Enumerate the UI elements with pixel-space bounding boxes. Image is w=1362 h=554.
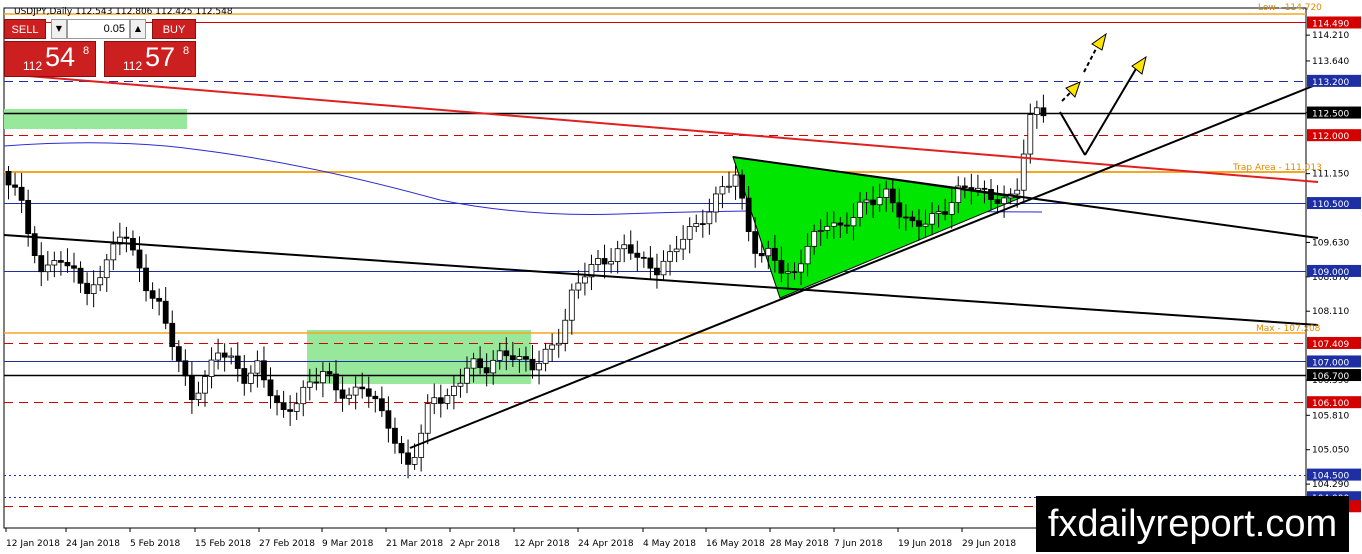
level-badge-label: 107.409 (1312, 340, 1349, 350)
one-click-trading-panel: SELL ▼ ▲ BUY 112 54 8 112 57 8 (4, 19, 196, 77)
time-label: 15 Feb 2018 (195, 539, 251, 549)
level-badge-label: 107.000 (1312, 358, 1349, 368)
brand-watermark: fxdailyreport.com (1036, 496, 1349, 552)
lot-size-input[interactable] (67, 19, 130, 39)
time-label: 19 Jun 2018 (898, 539, 952, 549)
level-badge-label: 112.000 (1312, 132, 1349, 142)
max-annotation: Max - 107.x08 (1256, 324, 1321, 334)
time-label: 16 May 2018 (706, 539, 765, 549)
time-label: 27 Feb 2018 (259, 539, 315, 549)
low-annotation: Low - 114.720 (1258, 3, 1322, 13)
level-badge-label: 104.500 (1312, 472, 1349, 482)
time-label: 7 Jun 2018 (834, 539, 883, 549)
time-label: 5 Feb 2018 (130, 539, 181, 549)
time-label: 24 Apr 2018 (578, 539, 634, 549)
buy-price-sup: 8 (183, 45, 190, 57)
level-badge-label: 112.500 (1312, 110, 1349, 120)
lot-increase-button[interactable]: ▲ (130, 19, 146, 39)
level-badge-label: 106.700 (1312, 372, 1349, 382)
time-label: 12 Jan 2018 (6, 539, 60, 549)
time-axis: 12 Jan 2018 24 Jan 2018 5 Feb 2018 15 Feb 2… (5, 528, 1016, 549)
time-label: 4 May 2018 (643, 539, 696, 549)
time-label: 9 Mar 2018 (322, 539, 374, 549)
sell-price-sup: 8 (83, 45, 90, 57)
level-badge-label: 113.200 (1312, 78, 1349, 88)
sell-price-button[interactable]: 112 54 8 (4, 41, 96, 77)
trap-area-annotation: Trap Area - 111.013 (1232, 163, 1322, 173)
level-badge-label: 106.100 (1312, 399, 1349, 409)
time-label: 29 Jun 2018 (962, 539, 1016, 549)
price-chart[interactable]: 114.210113.640112.500111.150109.630108.8… (0, 0, 1362, 554)
time-label: 24 Jan 2018 (66, 539, 120, 549)
level-badge-label: 114.490 (1312, 19, 1349, 29)
sell-price-big: 54 (45, 42, 76, 72)
price-tick-label: 113.640 (1312, 57, 1349, 67)
buy-price-button[interactable]: 112 57 8 (104, 41, 196, 77)
price-tick-label: 105.050 (1312, 446, 1349, 456)
time-label: 12 Apr 2018 (514, 539, 570, 549)
time-label: 2 Apr 2018 (450, 539, 500, 549)
level-badges: 114.490 113.200 112.500 112.000 110.500 109.0… (1307, 16, 1361, 513)
level-badge-label: 110.500 (1312, 200, 1349, 210)
time-label: 28 May 2018 (770, 539, 829, 549)
price-tick-label: 114.210 (1312, 31, 1349, 41)
time-label: 21 Mar 2018 (386, 539, 443, 549)
sell-button[interactable]: SELL (4, 19, 46, 39)
price-tick-label: 108.110 (1312, 307, 1349, 317)
price-tick-label: 109.630 (1312, 238, 1349, 248)
level-badge-label: 109.000 (1312, 268, 1349, 278)
chart-title: USDJPY,Daily 112.543 112.806 112.425 112… (14, 7, 233, 17)
price-tick-label: 105.810 (1312, 411, 1349, 421)
buy-price-prefix: 112 (123, 59, 143, 73)
green-zone-upper-left (4, 109, 187, 129)
buy-price-big: 57 (145, 42, 176, 72)
buy-button[interactable]: BUY (152, 19, 196, 39)
lot-decrease-button[interactable]: ▼ (51, 19, 67, 39)
sell-price-prefix: 112 (23, 59, 43, 73)
